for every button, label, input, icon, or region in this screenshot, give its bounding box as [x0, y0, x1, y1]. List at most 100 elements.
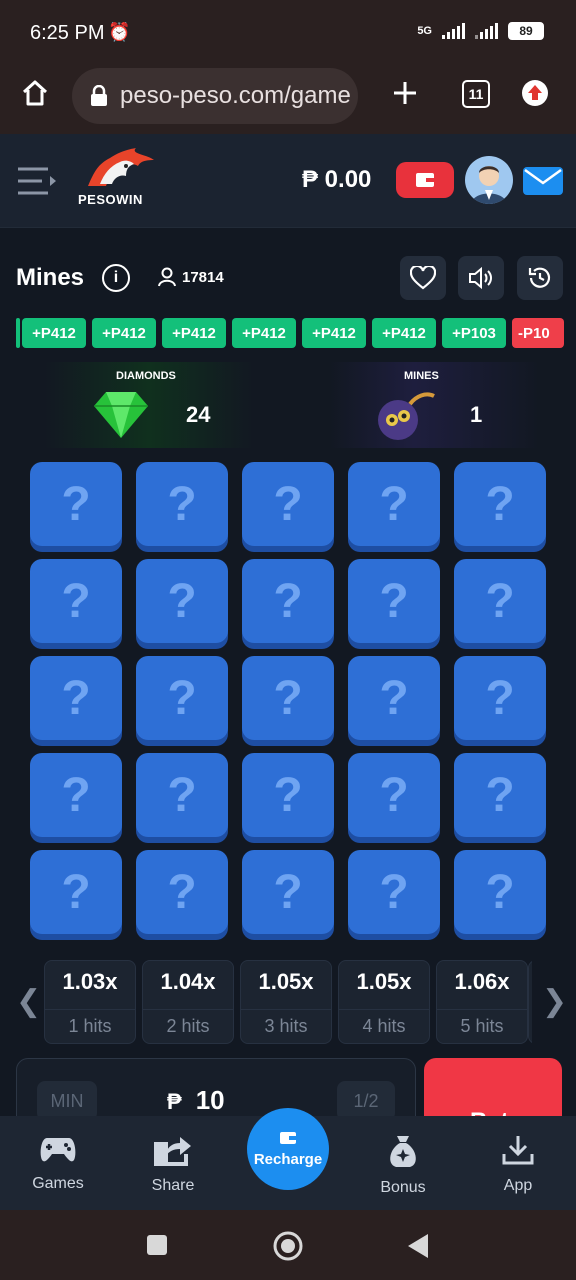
status-indicators: 5G 89 — [417, 22, 544, 40]
mine-tile[interactable]: ? — [454, 753, 546, 837]
wallet-icon — [416, 173, 434, 187]
mine-tile[interactable]: ? — [242, 656, 334, 740]
multiplier-card: 1.05x 4 hits — [338, 960, 430, 1044]
tab-switcher-button[interactable]: 11 — [462, 80, 490, 108]
wallet-icon — [280, 1131, 296, 1144]
signal-icon — [442, 23, 465, 39]
mine-tile[interactable]: ? — [136, 656, 228, 740]
mine-tile[interactable]: ? — [454, 559, 546, 643]
address-bar[interactable]: peso-peso.com/game — [72, 68, 358, 124]
money-bag-icon — [390, 1136, 416, 1167]
mine-tile[interactable]: ? — [242, 462, 334, 546]
bet-amount-field[interactable]: ₱ 10 — [167, 1085, 225, 1116]
mine-tile[interactable]: ? — [348, 656, 440, 740]
mines-count: 1 — [470, 402, 483, 427]
mine-tile[interactable]: ? — [348, 462, 440, 546]
deposit-button[interactable] — [396, 162, 454, 198]
chevron-left-icon[interactable]: ❮ — [16, 984, 41, 1019]
mine-tile[interactable]: ? — [454, 850, 546, 934]
mine-tile[interactable]: ? — [136, 850, 228, 934]
update-icon[interactable] — [521, 79, 549, 107]
user-avatar-icon — [471, 166, 507, 204]
mine-tile[interactable]: ? — [30, 753, 122, 837]
home-button-icon[interactable] — [272, 1230, 304, 1262]
nav-share-label: Share — [151, 1177, 195, 1194]
multiplier-card: 1.06x 5 hits — [436, 960, 528, 1044]
nav-recharge-label: Recharge — [253, 1150, 323, 1168]
mines-label: MINES — [404, 370, 439, 382]
online-players: 17814 — [158, 267, 224, 287]
new-tab-icon[interactable] — [392, 80, 418, 106]
bomb-icon — [378, 392, 435, 440]
pesowin-logo[interactable] — [80, 146, 156, 190]
mine-tile[interactable]: ? — [348, 753, 440, 837]
url-text: peso-peso.com/game — [120, 82, 351, 109]
diamonds-label: DIAMONDS — [116, 370, 176, 382]
mine-tile[interactable]: ? — [454, 656, 546, 740]
min-bet-button[interactable]: MIN — [37, 1081, 97, 1121]
avatar[interactable] — [465, 156, 513, 204]
menu-icon[interactable] — [18, 166, 58, 196]
messages-button[interactable] — [523, 167, 563, 195]
site-header: PESOWIN ₱ 0.00 — [0, 134, 576, 228]
mine-tile[interactable]: ? — [348, 559, 440, 643]
ticker-chip: +P103 — [442, 318, 506, 348]
favorite-button[interactable] — [400, 256, 446, 300]
recent-wins-ticker: +P412 +P412 +P412 +P412 +P412 +P412 +P10… — [16, 318, 564, 348]
home-icon[interactable] — [20, 78, 50, 108]
back-icon[interactable] — [406, 1232, 430, 1260]
sound-button[interactable] — [458, 256, 504, 300]
chevron-right-icon[interactable]: ❯ — [542, 984, 567, 1019]
diamonds-stat: DIAMONDS 24 — [44, 362, 254, 448]
history-button[interactable] — [517, 256, 563, 300]
multiplier-card: 1.05x 3 hits — [240, 960, 332, 1044]
half-bet-button[interactable]: 1/2 — [337, 1081, 395, 1121]
diamonds-count: 24 — [186, 402, 211, 427]
nav-app[interactable]: App — [470, 1134, 566, 1195]
heart-icon — [410, 266, 436, 290]
page-title: Mines — [16, 264, 85, 291]
bet-amount: 10 — [195, 1085, 225, 1115]
nav-bonus[interactable]: Bonus — [355, 1134, 451, 1197]
nav-recharge[interactable]: Recharge — [247, 1108, 329, 1190]
mine-tile[interactable]: ? — [30, 559, 122, 643]
info-icon[interactable]: i — [102, 264, 130, 292]
mine-tile[interactable]: ? — [30, 850, 122, 934]
mine-tile[interactable]: ? — [348, 850, 440, 934]
status-bar: 6:25 PM ⏰ 5G 89 — [0, 0, 576, 68]
mine-tile[interactable]: ? — [30, 656, 122, 740]
ticker-chip: +P412 — [302, 318, 366, 348]
mine-tile[interactable]: ? — [136, 462, 228, 546]
nav-games-label: Games — [32, 1175, 84, 1192]
signal-icon-2 — [475, 23, 498, 39]
speaker-icon — [469, 266, 492, 290]
mine-tile[interactable]: ? — [242, 850, 334, 934]
mine-tile[interactable]: ? — [242, 559, 334, 643]
mine-tile[interactable]: ? — [136, 559, 228, 643]
network-type: 5G — [417, 25, 432, 37]
bottom-nav: Games Share Recharge Bonus App — [0, 1108, 576, 1210]
mines-stat: MINES 1 — [330, 362, 540, 448]
ticker-chip: +P412 — [162, 318, 226, 348]
ticker-chip: +P412 — [232, 318, 296, 348]
tab-count: 11 — [468, 86, 484, 102]
player-count: 17814 — [182, 268, 224, 286]
multiplier-card: 1.04x 2 hits — [142, 960, 234, 1044]
diamond-icon — [94, 392, 148, 438]
multiplier-strip: 1.03x 1 hits 1.04x 2 hits 1.05x 3 hits 1.05… — [44, 960, 532, 1046]
history-icon — [528, 267, 551, 288]
nav-share[interactable]: Share — [125, 1134, 221, 1195]
mine-tile[interactable]: ? — [242, 753, 334, 837]
mine-tile[interactable]: ? — [30, 462, 122, 546]
nav-games[interactable]: Games — [10, 1134, 106, 1193]
currency-symbol: ₱ — [167, 1089, 182, 1114]
download-icon — [502, 1136, 534, 1165]
ticker-chip: +P412 — [22, 318, 86, 348]
wallet-balance: ₱ 0.00 — [302, 166, 372, 193]
user-icon — [158, 267, 176, 287]
mine-tile[interactable]: ? — [136, 753, 228, 837]
nav-app-label: App — [503, 1177, 533, 1194]
mine-tile[interactable]: ? — [454, 462, 546, 546]
recents-icon[interactable] — [146, 1234, 168, 1256]
mail-icon — [524, 168, 562, 185]
